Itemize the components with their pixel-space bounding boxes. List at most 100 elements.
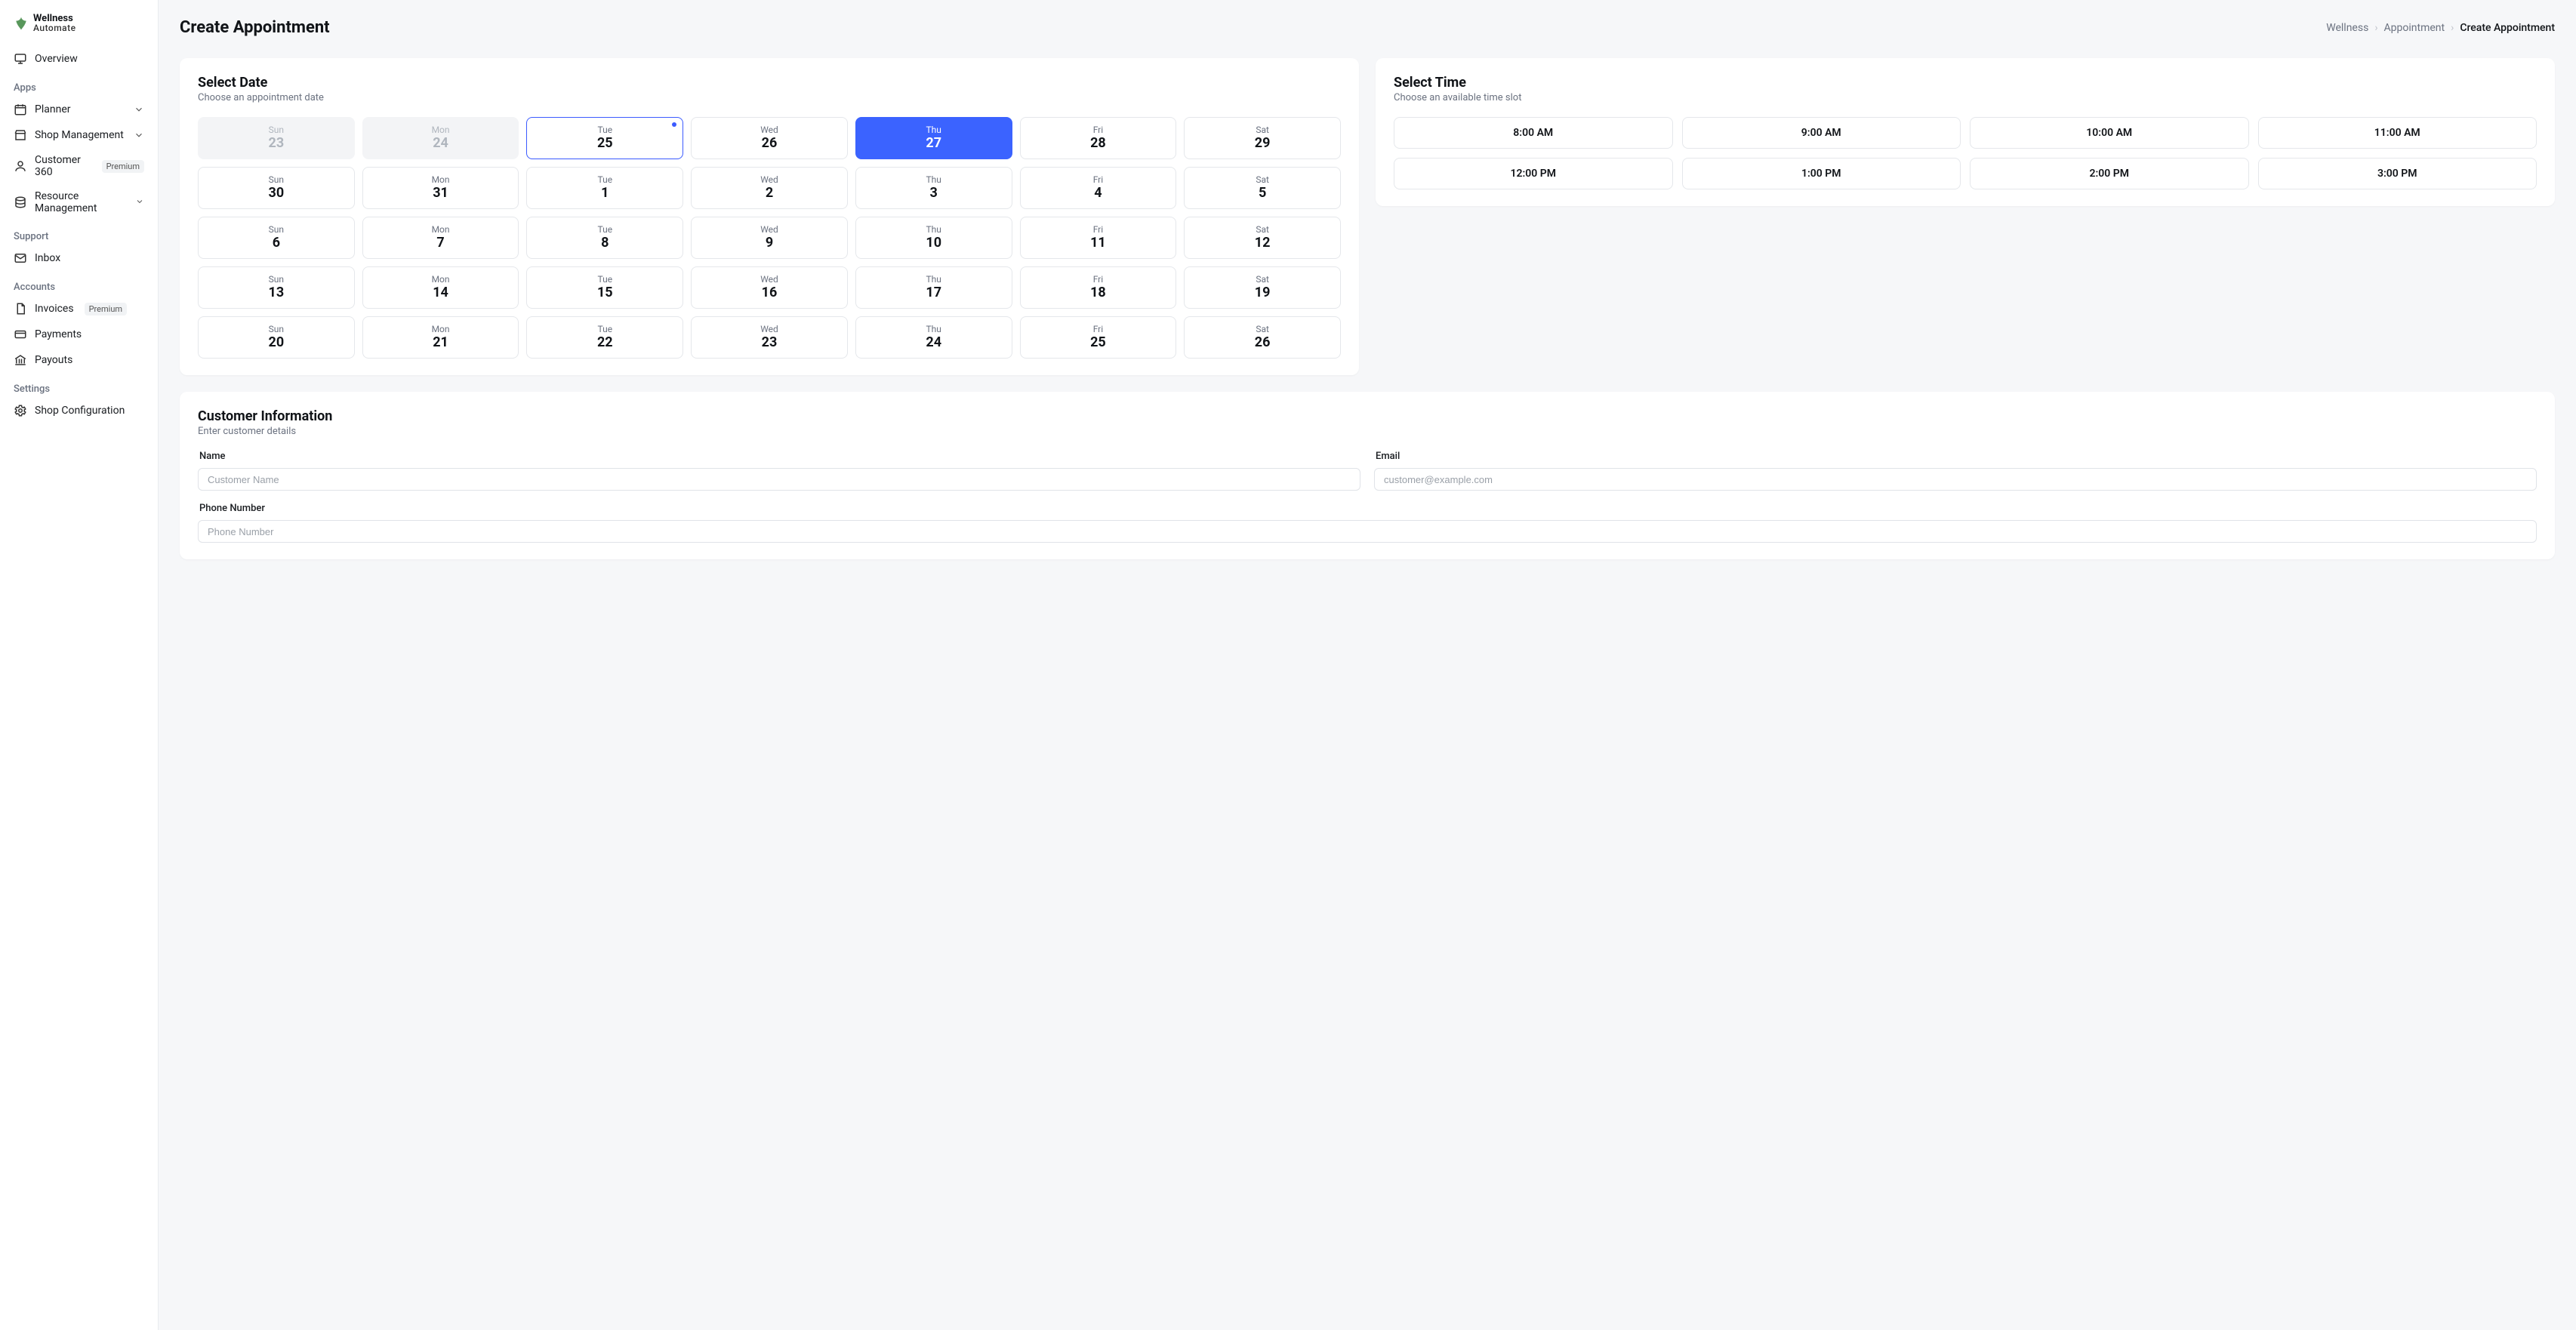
sidebar-item-invoices[interactable]: Invoices Premium <box>0 296 158 322</box>
sidebar-item-planner[interactable]: Planner <box>0 97 158 122</box>
sidebar-item-payments[interactable]: Payments <box>0 322 158 347</box>
date-dow: Tue <box>597 324 612 334</box>
date-cell[interactable]: Tue22 <box>526 316 683 359</box>
date-cell[interactable]: Tue1 <box>526 167 683 209</box>
chevron-down-icon <box>134 130 144 140</box>
sidebar-item-shop-configuration[interactable]: Shop Configuration <box>0 398 158 423</box>
time-slot[interactable]: 2:00 PM <box>1970 158 2249 189</box>
date-dow: Sun <box>269 125 284 135</box>
date-cell[interactable]: Wed26 <box>691 117 848 159</box>
date-number: 15 <box>597 285 613 301</box>
date-cell[interactable]: Fri4 <box>1020 167 1177 209</box>
chevron-down-icon <box>134 104 144 115</box>
date-cell[interactable]: Sun6 <box>198 217 355 259</box>
sidebar-item-overview[interactable]: Overview <box>0 46 158 72</box>
date-cell[interactable]: Sat19 <box>1184 266 1341 309</box>
sidebar-item-customer360[interactable]: Customer 360 Premium <box>0 148 158 184</box>
date-dow: Fri <box>1093 324 1103 334</box>
date-cell[interactable]: Fri18 <box>1020 266 1177 309</box>
date-cell[interactable]: Mon7 <box>362 217 519 259</box>
date-cell[interactable]: Sun13 <box>198 266 355 309</box>
date-dow: Sun <box>269 274 284 285</box>
date-dow: Sun <box>269 324 284 334</box>
date-number: 26 <box>762 135 778 152</box>
date-dow: Wed <box>760 324 778 334</box>
sidebar-section-support: Support <box>0 220 158 245</box>
date-number: 23 <box>762 334 778 351</box>
premium-badge: Premium <box>102 160 144 173</box>
date-dow: Wed <box>760 174 778 185</box>
date-cell[interactable]: Sat29 <box>1184 117 1341 159</box>
date-cell[interactable]: Sun20 <box>198 316 355 359</box>
email-input[interactable] <box>1374 468 2537 491</box>
date-cell[interactable]: Thu24 <box>855 316 1012 359</box>
select-date-card: Select Date Choose an appointment date S… <box>180 58 1359 375</box>
sidebar-item-payouts[interactable]: Payouts <box>0 347 158 373</box>
date-cell[interactable]: Wed23 <box>691 316 848 359</box>
date-dow: Sat <box>1256 174 1269 185</box>
date-cell[interactable]: Tue25 <box>526 117 683 159</box>
date-cell[interactable]: Thu10 <box>855 217 1012 259</box>
date-cell[interactable]: Tue15 <box>526 266 683 309</box>
date-number: 20 <box>269 334 285 351</box>
date-cell[interactable]: Mon14 <box>362 266 519 309</box>
date-number: 25 <box>597 135 613 152</box>
date-number: 10 <box>926 235 941 251</box>
calendar-icon <box>14 103 27 116</box>
breadcrumb-item[interactable]: Wellness <box>2326 22 2368 34</box>
time-slot[interactable]: 10:00 AM <box>1970 117 2249 149</box>
date-cell[interactable]: Mon21 <box>362 316 519 359</box>
date-dow: Wed <box>760 125 778 135</box>
breadcrumb-current: Create Appointment <box>2460 22 2555 34</box>
time-slot[interactable]: 12:00 PM <box>1394 158 1673 189</box>
sidebar-section-accounts: Accounts <box>0 271 158 296</box>
date-number: 25 <box>1090 334 1106 351</box>
sidebar-item-label: Planner <box>35 103 70 115</box>
person-icon <box>14 159 27 173</box>
date-number: 9 <box>766 235 773 251</box>
date-dow: Mon <box>432 125 450 135</box>
date-cell: Sun23 <box>198 117 355 159</box>
date-cell[interactable]: Sun30 <box>198 167 355 209</box>
date-cell[interactable]: Fri11 <box>1020 217 1177 259</box>
date-cell[interactable]: Thu27 <box>855 117 1012 159</box>
sidebar-item-resource-management[interactable]: Resource Management <box>0 184 158 220</box>
date-number: 1 <box>601 185 609 202</box>
name-input[interactable] <box>198 468 1360 491</box>
main-content: Create Appointment Wellness › Appointmen… <box>159 0 2576 1330</box>
sidebar-item-label: Shop Management <box>35 129 124 141</box>
document-icon <box>14 302 27 316</box>
date-cell[interactable]: Tue8 <box>526 217 683 259</box>
date-cell[interactable]: Fri28 <box>1020 117 1177 159</box>
date-dow: Fri <box>1093 125 1103 135</box>
date-dow: Tue <box>597 224 612 235</box>
date-cell[interactable]: Thu17 <box>855 266 1012 309</box>
time-grid: 8:00 AM 9:00 AM 10:00 AM 11:00 AM 12:00 PM 1:… <box>1394 117 2537 189</box>
date-cell[interactable]: Sat26 <box>1184 316 1341 359</box>
sidebar-item-shop-management[interactable]: Shop Management <box>0 122 158 148</box>
date-number: 17 <box>926 285 941 301</box>
time-slot[interactable]: 8:00 AM <box>1394 117 1673 149</box>
date-cell[interactable]: Wed16 <box>691 266 848 309</box>
date-cell[interactable]: Sat5 <box>1184 167 1341 209</box>
date-cell[interactable]: Sat12 <box>1184 217 1341 259</box>
sidebar-item-label: Resource Management <box>35 190 128 214</box>
time-slot[interactable]: 1:00 PM <box>1682 158 1961 189</box>
phone-input[interactable] <box>198 520 2537 543</box>
breadcrumb-item[interactable]: Appointment <box>2384 22 2445 34</box>
date-cell[interactable]: Mon31 <box>362 167 519 209</box>
time-slot[interactable]: 9:00 AM <box>1682 117 1961 149</box>
date-cell[interactable]: Thu3 <box>855 167 1012 209</box>
phone-field: Phone Number <box>198 503 2537 543</box>
time-slot[interactable]: 11:00 AM <box>2258 117 2537 149</box>
time-slot[interactable]: 3:00 PM <box>2258 158 2537 189</box>
date-dow: Fri <box>1093 224 1103 235</box>
date-cell[interactable]: Wed9 <box>691 217 848 259</box>
date-cell[interactable]: Wed2 <box>691 167 848 209</box>
store-icon <box>14 128 27 142</box>
date-number: 2 <box>766 185 773 202</box>
date-number: 24 <box>926 334 941 351</box>
sidebar-item-inbox[interactable]: Inbox <box>0 245 158 271</box>
credit-card-icon <box>14 328 27 341</box>
date-cell[interactable]: Fri25 <box>1020 316 1177 359</box>
